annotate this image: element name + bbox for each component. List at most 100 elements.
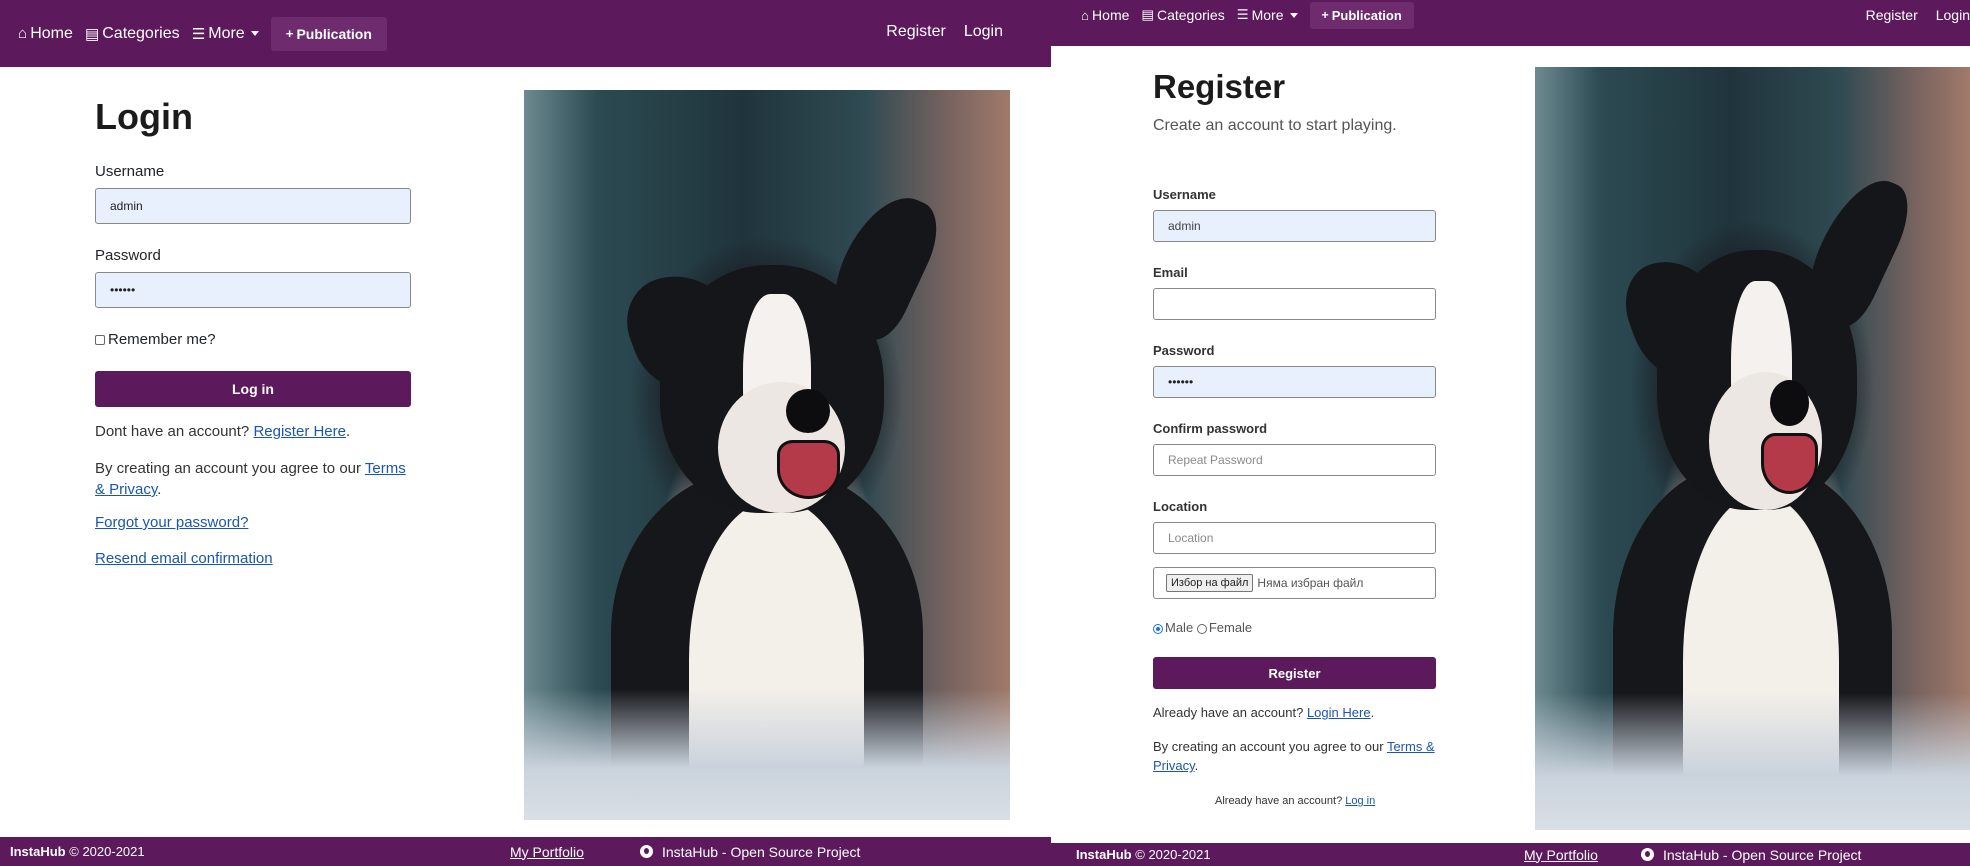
login-prompt-text: Already have an account? [1153,705,1304,720]
footer-copyright: © 2020-2021 [1135,847,1211,862]
dog-photo [1535,67,1970,830]
confirm-password-input[interactable]: Repeat Password [1153,444,1436,476]
gender-female-label: Female [1208,620,1253,635]
nav-auth-links: Register Login [1848,7,1970,23]
file-input[interactable]: Избор на файл Няма избран файл [1153,567,1436,599]
home-icon: ⌂ [18,25,28,42]
footer-brand-name: InstaHub [1076,847,1132,862]
remember-me-label: Remember me? [108,331,216,348]
email-input[interactable] [1153,288,1436,320]
remember-me-row: Remember me? [95,331,216,348]
footer-brand: InstaHub © 2020-2021 [1076,847,1211,862]
navbar: ⌂ Home ▤ Categories ☰ More + Publication Reg… [0,0,1051,67]
page-subtitle: Create an account to start playing. [1153,117,1397,134]
password-input[interactable]: •••••• [1153,366,1436,398]
footer-github-label: InstaHub - Open Source Project [662,843,861,860]
page-title: Register [1153,68,1286,105]
nav-publication-button[interactable]: + Publication [270,16,387,51]
github-icon [640,845,653,858]
github-icon [1641,848,1654,861]
login-here-link[interactable]: Login Here [1307,705,1371,720]
register-button[interactable]: Register [1153,657,1436,689]
gender-female-radio[interactable] [1196,623,1207,634]
username-input[interactable]: admin [95,188,411,224]
list-icon: ☰ [1236,7,1249,22]
nav-register-link[interactable]: Register [886,23,946,41]
plus-icon: + [1321,8,1329,22]
login-page: ⌂ Home ▤ Categories ☰ More + Publication Reg… [0,0,1051,866]
resend-confirmation-link[interactable]: Resend email confirmation [95,550,273,567]
caret-down-icon [250,31,259,36]
photo-nose [1769,379,1810,426]
terms-text: By creating an account you agree to our … [95,460,406,498]
photo-ground [1535,692,1970,830]
small-login-link[interactable]: Log in [1345,795,1375,807]
footer: InstaHub © 2020-2021 My Portfolio InstaH… [0,837,1051,866]
photo-mouth [1761,433,1818,495]
register-prompt: Dont have an account? Register Here. [95,423,351,440]
nav-auth-links: Register Login [868,23,1003,41]
photo-nose [786,389,831,434]
terms-text: By creating an account you agree to our … [1153,739,1435,773]
register-page: ⌂ Home ▤ Categories ☰ More + Publication Reg… [1051,0,1970,866]
username-label: Username [1153,187,1216,202]
nav-items: ⌂ Home ▤ Categories ☰ More + Publication [1081,1,1426,29]
username-input[interactable]: admin [1153,210,1436,242]
nav-categories[interactable]: ▤ Categories [85,25,180,43]
username-label: Username [95,163,165,180]
location-label: Location [1153,499,1208,514]
footer-portfolio-link[interactable]: My Portfolio [1524,847,1598,863]
register-prompt-text: Dont have an account? [95,423,250,440]
home-icon: ⌂ [1081,7,1090,23]
list-icon: ☰ [191,25,206,43]
nav-home[interactable]: ⌂ Home [18,25,73,43]
login-button[interactable]: Log in [95,371,411,407]
gender-male-label: Male [1165,620,1194,635]
footer-github-link[interactable]: InstaHub - Open Source Project [1641,847,1861,863]
gender-male-radio[interactable] [1153,623,1163,634]
plus-icon: + [285,26,294,41]
resend-confirmation-row: Resend email confirmation [95,550,273,567]
forgot-password-link[interactable]: Forgot your password? [95,514,248,531]
nav-categories[interactable]: ▤ Categories [1141,7,1224,23]
small-login-prompt-text: Already have an account? [1215,795,1343,807]
terms-prefix: By creating an account you agree to our [95,460,362,477]
location-input[interactable]: Location [1153,522,1436,554]
footer-brand-name: InstaHub [10,844,66,859]
page-title: Login [95,96,193,137]
confirm-password-label: Confirm password [1153,421,1268,436]
login-prompt: Already have an account? Login Here. [1153,705,1375,720]
small-login-prompt: Already have an account? Log in [1215,795,1375,807]
caret-down-icon [1289,12,1298,18]
nav-login-link[interactable]: Login [964,23,1003,41]
footer-github-link[interactable]: InstaHub - Open Source Project [640,844,860,860]
footer-portfolio-link[interactable]: My Portfolio [510,844,584,860]
forgot-password-row: Forgot your password? [95,514,248,531]
nav-home[interactable]: ⌂ Home [1081,7,1129,23]
nav-more-dropdown[interactable]: ☰ More [1237,7,1298,23]
email-label: Email [1153,265,1188,280]
footer-brand: InstaHub © 2020-2021 [10,844,145,859]
terms-prefix: By creating an account you agree to our [1153,739,1384,754]
navbar: ⌂ Home ▤ Categories ☰ More + Publication Reg… [1051,0,1970,46]
remember-me-checkbox[interactable] [95,335,105,346]
nav-register-link[interactable]: Register [1866,7,1918,23]
dog-photo [524,90,1010,820]
password-label: Password [95,247,161,264]
password-label: Password [1153,343,1215,358]
gender-radio-group: Male Female [1153,620,1252,635]
footer: InstaHub © 2020-2021 My Portfolio InstaH… [1051,843,1970,866]
nav-more-dropdown[interactable]: ☰ More [192,25,259,43]
footer-github-label: InstaHub - Open Source Project [1663,846,1862,863]
photo-ground [524,688,1010,820]
book-icon: ▤ [84,25,100,43]
register-here-link[interactable]: Register Here [253,423,346,440]
book-icon: ▤ [1141,7,1154,22]
choose-file-button[interactable]: Избор на файл [1166,574,1254,592]
file-status: Няма избран файл [1257,576,1364,590]
footer-copyright: © 2020-2021 [69,844,145,859]
nav-publication-button[interactable]: + Publication [1309,1,1414,29]
nav-login-link[interactable]: Login [1936,7,1970,23]
password-input[interactable]: •••••• [95,272,411,308]
photo-mouth [776,440,840,499]
